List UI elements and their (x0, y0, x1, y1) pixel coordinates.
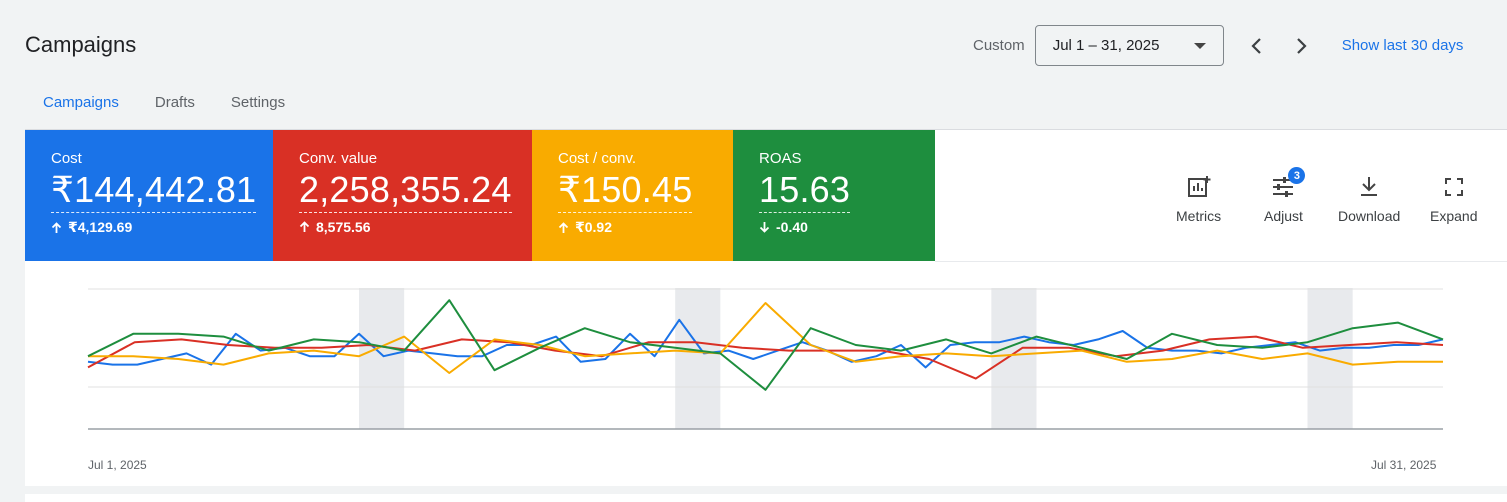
metric-change: ₹4,129.69 (51, 219, 273, 236)
date-mode-label: Custom (973, 37, 1025, 54)
date-range-select[interactable]: Jul 1 – 31, 2025 (1034, 25, 1224, 66)
metric-change-value: ₹0.92 (575, 219, 612, 235)
chevron-down-icon (1193, 43, 1206, 49)
expand-button[interactable]: Expand (1430, 173, 1477, 224)
x-axis-end-label: Jul 31, 2025 (1371, 458, 1437, 472)
metric-card-cost[interactable]: Cost ₹144,442.81 ₹4,129.69 (25, 130, 273, 261)
metric-change: 8,575.56 (299, 219, 532, 235)
expand-label: Expand (1430, 208, 1478, 224)
metric-value[interactable]: 2,258,355.24 (299, 169, 512, 213)
metric-scorecards: Cost ₹144,442.81 ₹4,129.69 Conv. value 2… (25, 130, 935, 261)
weekend-band (359, 288, 405, 429)
chevron-left-icon (1251, 37, 1261, 54)
download-label: Download (1338, 208, 1401, 224)
date-range-value: Jul 1 – 31, 2025 (1052, 37, 1160, 54)
metric-change: -0.40 (759, 219, 935, 235)
arrow-up-icon (51, 221, 62, 233)
metric-value[interactable]: ₹144,442.81 (51, 169, 257, 213)
weekend-band (991, 288, 1037, 429)
weekend-band (675, 288, 721, 429)
add-chart-icon (1185, 173, 1213, 201)
arrow-down-icon (759, 222, 770, 233)
download-icon (1355, 173, 1383, 201)
adjust-label: Adjust (1264, 208, 1303, 224)
metric-label: ROAS (759, 150, 802, 167)
metric-card-roas[interactable]: ROAS 15.63 -0.40 (733, 130, 935, 261)
show-last-30-days-link[interactable]: Show last 30 days (1342, 37, 1464, 54)
performance-card: Cost ₹144,442.81 ₹4,129.69 Conv. value 2… (25, 130, 1507, 486)
metric-change-value: ₹4,129.69 (68, 219, 133, 235)
metric-label: Cost (51, 150, 82, 167)
chevron-right-icon (1296, 37, 1307, 54)
series-line-1 (87, 318, 1444, 369)
arrow-up-icon (299, 221, 310, 232)
metric-change-value: 8,575.56 (316, 219, 371, 235)
tune-icon: 3 (1269, 167, 1306, 201)
metrics-button[interactable]: Metrics (1176, 173, 1221, 224)
metric-value[interactable]: 15.63 (759, 169, 851, 213)
x-axis-start-label: Jul 1, 2025 (88, 458, 147, 472)
date-range-controls: Custom Jul 1 – 31, 2025 Show last 30 day… (973, 25, 1463, 66)
fullscreen-icon (1440, 173, 1468, 201)
metric-change-value: -0.40 (776, 219, 808, 235)
next-period-button[interactable] (1290, 34, 1314, 58)
download-button[interactable]: Download (1338, 173, 1400, 224)
previous-period-button[interactable] (1244, 34, 1268, 58)
metrics-label: Metrics (1176, 208, 1222, 224)
metric-change: ₹0.92 (558, 219, 733, 236)
metric-value[interactable]: ₹150.45 (558, 169, 693, 213)
performance-chart[interactable] (25, 261, 1507, 486)
page-title: Campaigns (25, 32, 137, 57)
metric-card-conv-value[interactable]: Conv. value 2,258,355.24 8,575.56 (273, 130, 532, 261)
adjust-button[interactable]: 3 Adjust (1264, 167, 1306, 224)
metric-label: Conv. value (299, 150, 378, 167)
metric-card-cost-per-conv[interactable]: Cost / conv. ₹150.45 ₹0.92 (532, 130, 733, 261)
metric-label: Cost / conv. (558, 150, 637, 167)
series-line-2 (87, 335, 1444, 380)
next-card-edge (25, 494, 1507, 502)
series-line-4 (87, 299, 1444, 391)
adjust-count-badge: 3 (1288, 167, 1306, 184)
arrow-up-icon (558, 221, 569, 233)
